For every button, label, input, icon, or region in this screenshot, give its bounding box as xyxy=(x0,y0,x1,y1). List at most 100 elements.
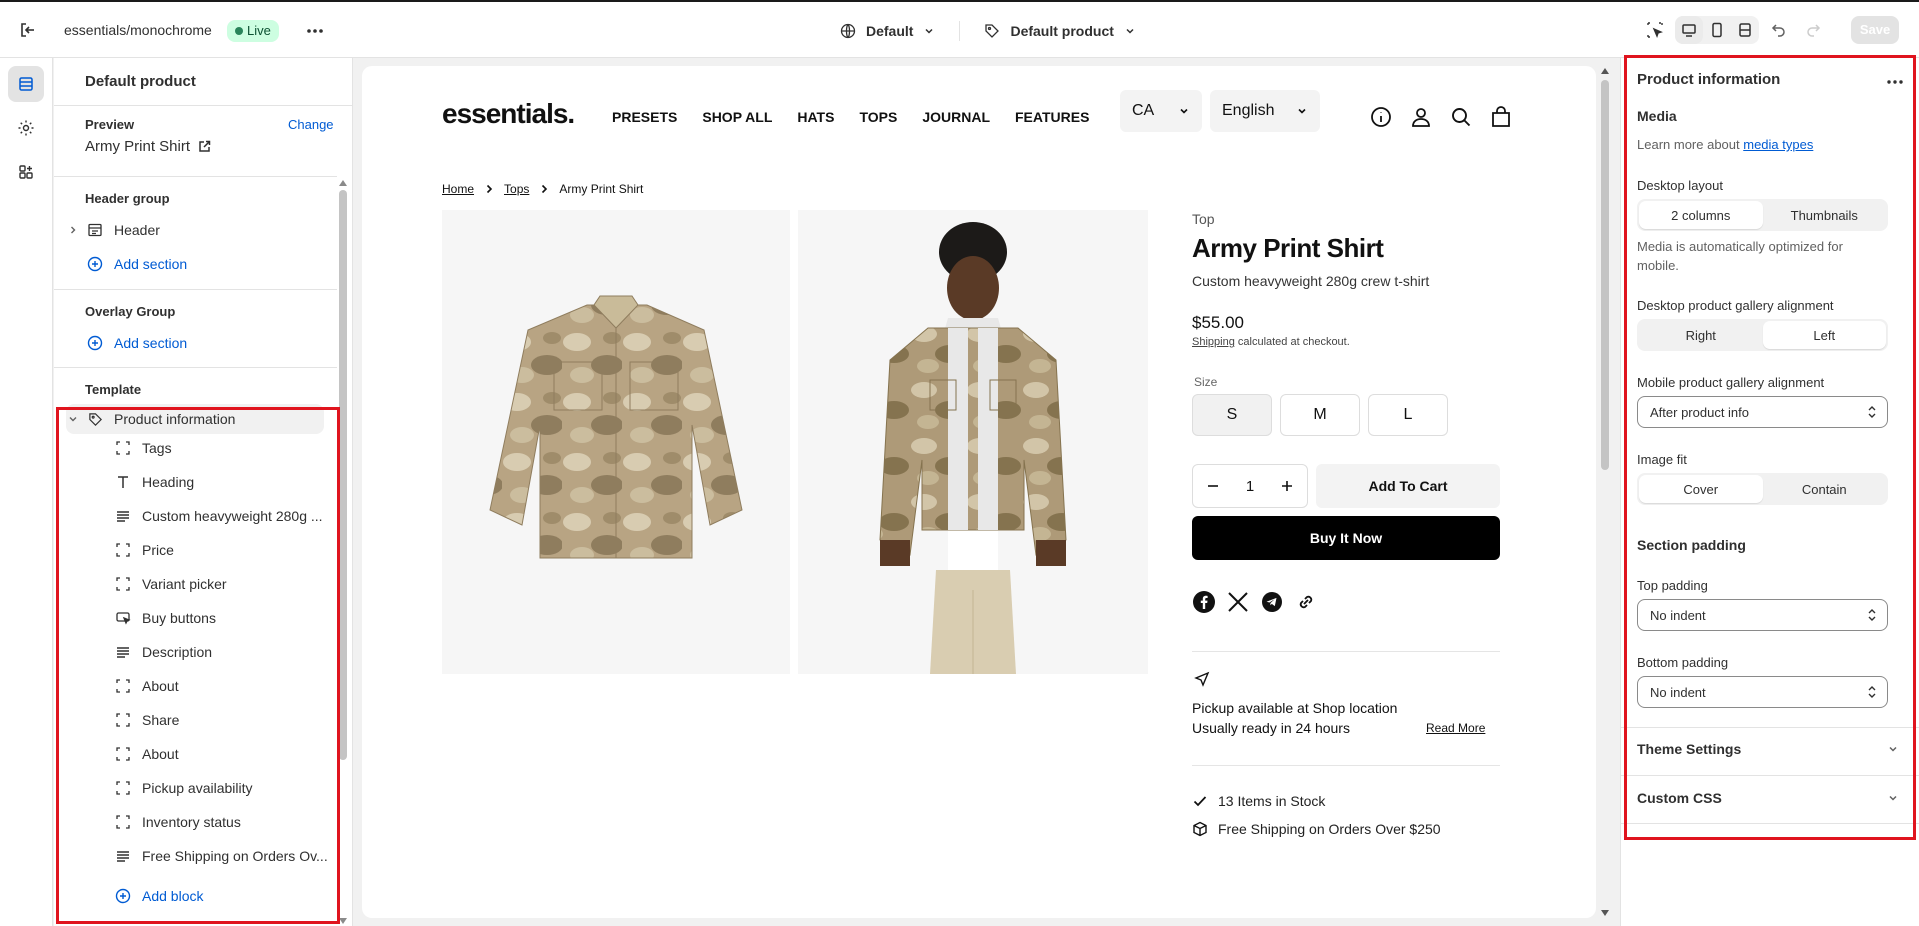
pickup-line-2: Usually ready in 24 hours xyxy=(1192,720,1350,736)
save-button[interactable]: Save xyxy=(1851,16,1899,44)
block-item[interactable]: Share xyxy=(54,706,334,734)
block-item[interactable]: Price xyxy=(54,536,334,564)
block-item[interactable]: About xyxy=(54,672,334,700)
nav-item-shop-all[interactable]: SHOP ALL xyxy=(702,109,772,125)
size-option-m[interactable]: M xyxy=(1280,394,1360,436)
add-to-cart-button[interactable]: Add To Cart xyxy=(1316,464,1500,508)
custom-css-accordion[interactable]: Custom CSS xyxy=(1637,790,1899,806)
nav-item-hats[interactable]: HATS xyxy=(797,109,834,125)
stock-text: 13 Items in Stock xyxy=(1218,793,1326,809)
x-twitter-icon[interactable] xyxy=(1226,590,1250,614)
more-actions-icon[interactable] xyxy=(304,20,326,42)
chevron-right-icon xyxy=(484,184,494,194)
globe-icon xyxy=(840,23,856,39)
mobile-alignment-select[interactable]: After product info xyxy=(1637,396,1888,428)
block-item[interactable]: Custom heavyweight 280g ... xyxy=(54,502,334,530)
desktop-icon[interactable] xyxy=(1675,16,1703,44)
option-thumbnails[interactable]: Thumbnails xyxy=(1763,201,1887,229)
option-left[interactable]: Left xyxy=(1762,321,1886,349)
shipping-link[interactable]: Shipping xyxy=(1192,336,1235,348)
block-item[interactable]: Heading xyxy=(54,468,334,496)
language-selector[interactable]: English xyxy=(1210,90,1320,132)
scrollbar-thumb[interactable] xyxy=(1601,80,1609,470)
template-selector[interactable]: Default product xyxy=(984,18,1135,44)
block-item[interactable]: Inventory status xyxy=(54,808,334,836)
telegram-icon[interactable] xyxy=(1260,590,1284,614)
sidebar-scrollbar[interactable] xyxy=(337,178,349,926)
nav-item-presets[interactable]: PRESETS xyxy=(612,109,677,125)
option-cover[interactable]: Cover xyxy=(1639,475,1763,503)
preview-area: essentials. PRESETS SHOP ALL HATS TOPS J… xyxy=(354,58,1620,926)
section-product-information[interactable]: Product information xyxy=(54,405,334,433)
apps-icon[interactable] xyxy=(8,154,44,190)
breadcrumb-home[interactable]: Home xyxy=(442,182,474,196)
facebook-icon[interactable] xyxy=(1192,590,1216,614)
plus-icon[interactable] xyxy=(1280,479,1294,493)
share-icons xyxy=(1192,590,1318,614)
option-contain[interactable]: Contain xyxy=(1763,475,1887,503)
search-icon[interactable] xyxy=(1450,106,1472,128)
block-item[interactable]: Free Shipping on Orders Ov... xyxy=(54,842,334,870)
storefront-preview: essentials. PRESETS SHOP ALL HATS TOPS J… xyxy=(362,66,1596,918)
product-image-shirt[interactable] xyxy=(442,210,790,674)
product-type: Top xyxy=(1192,211,1215,227)
inspector-icon[interactable] xyxy=(1641,16,1669,44)
change-preview-link[interactable]: Change xyxy=(288,117,334,132)
block-item[interactable]: Tags xyxy=(54,434,334,462)
country-selector[interactable]: CA xyxy=(1120,90,1202,132)
section-header[interactable]: Header xyxy=(54,216,334,244)
top-padding-value: No indent xyxy=(1650,607,1706,623)
more-actions-icon[interactable] xyxy=(1885,72,1905,92)
block-item[interactable]: About xyxy=(54,740,334,768)
size-option-l[interactable]: L xyxy=(1368,394,1448,436)
block-item-label: About xyxy=(142,746,179,762)
nav-item-tops[interactable]: TOPS xyxy=(859,109,897,125)
preview-product[interactable]: Army Print Shirt xyxy=(85,138,211,155)
block-item[interactable]: Pickup availability xyxy=(54,774,334,802)
sidebar-title: Default product xyxy=(85,73,196,90)
media-types-link[interactable]: media types xyxy=(1743,137,1813,152)
block-item[interactable]: Buy buttons xyxy=(54,604,334,632)
settings-gear-icon[interactable] xyxy=(8,110,44,146)
breadcrumb-tops[interactable]: Tops xyxy=(504,182,529,196)
sections-icon[interactable] xyxy=(8,66,44,102)
copy-link-icon[interactable] xyxy=(1294,590,1318,614)
settings-panel: Product information Media Learn more abo… xyxy=(1620,55,1919,926)
bottom-padding-select[interactable]: No indent xyxy=(1637,676,1888,708)
read-more-link[interactable]: Read More xyxy=(1426,721,1485,735)
chevron-right-icon[interactable] xyxy=(68,225,82,235)
quantity-stepper: 1 xyxy=(1192,464,1308,508)
add-section-overlay-group[interactable]: Add section xyxy=(54,329,334,357)
block-item[interactable]: Variant picker xyxy=(54,570,334,598)
add-section-header-group[interactable]: Add section xyxy=(54,250,334,278)
undo-icon[interactable] xyxy=(1765,16,1793,44)
block-item[interactable]: Description xyxy=(54,638,334,666)
buy-it-now-button[interactable]: Buy It Now xyxy=(1192,516,1500,560)
exit-icon[interactable] xyxy=(18,20,38,40)
desktop-layout-label: Desktop layout xyxy=(1637,178,1723,193)
fullscreen-icon[interactable] xyxy=(1731,16,1759,44)
option-2-columns[interactable]: 2 columns xyxy=(1639,201,1763,229)
redo-icon[interactable] xyxy=(1799,16,1827,44)
nav-item-features[interactable]: FEATURES xyxy=(1015,109,1089,125)
divider xyxy=(1192,651,1500,652)
add-block-button[interactable]: Add block xyxy=(54,882,334,910)
mobile-icon[interactable] xyxy=(1703,16,1731,44)
option-right[interactable]: Right xyxy=(1639,321,1763,349)
account-icon[interactable] xyxy=(1410,106,1432,128)
cart-icon[interactable] xyxy=(1490,106,1512,128)
chevron-down-icon[interactable] xyxy=(68,414,82,424)
preview-scrollbar[interactable] xyxy=(1598,66,1612,918)
top-padding-select[interactable]: No indent xyxy=(1637,599,1888,631)
info-icon[interactable] xyxy=(1370,106,1392,128)
size-option-s[interactable]: S xyxy=(1192,394,1272,436)
quantity-value[interactable]: 1 xyxy=(1246,478,1254,495)
product-image-model[interactable] xyxy=(798,210,1148,674)
store-logo[interactable]: essentials. xyxy=(442,98,575,130)
nav-item-journal[interactable]: JOURNAL xyxy=(922,109,990,125)
scrollbar-thumb[interactable] xyxy=(339,190,347,760)
theme-selector[interactable]: Default xyxy=(840,18,935,44)
minus-icon[interactable] xyxy=(1206,479,1220,493)
pickup-line-1: Pickup available at Shop location xyxy=(1192,700,1398,716)
theme-settings-accordion[interactable]: Theme Settings xyxy=(1637,741,1899,757)
